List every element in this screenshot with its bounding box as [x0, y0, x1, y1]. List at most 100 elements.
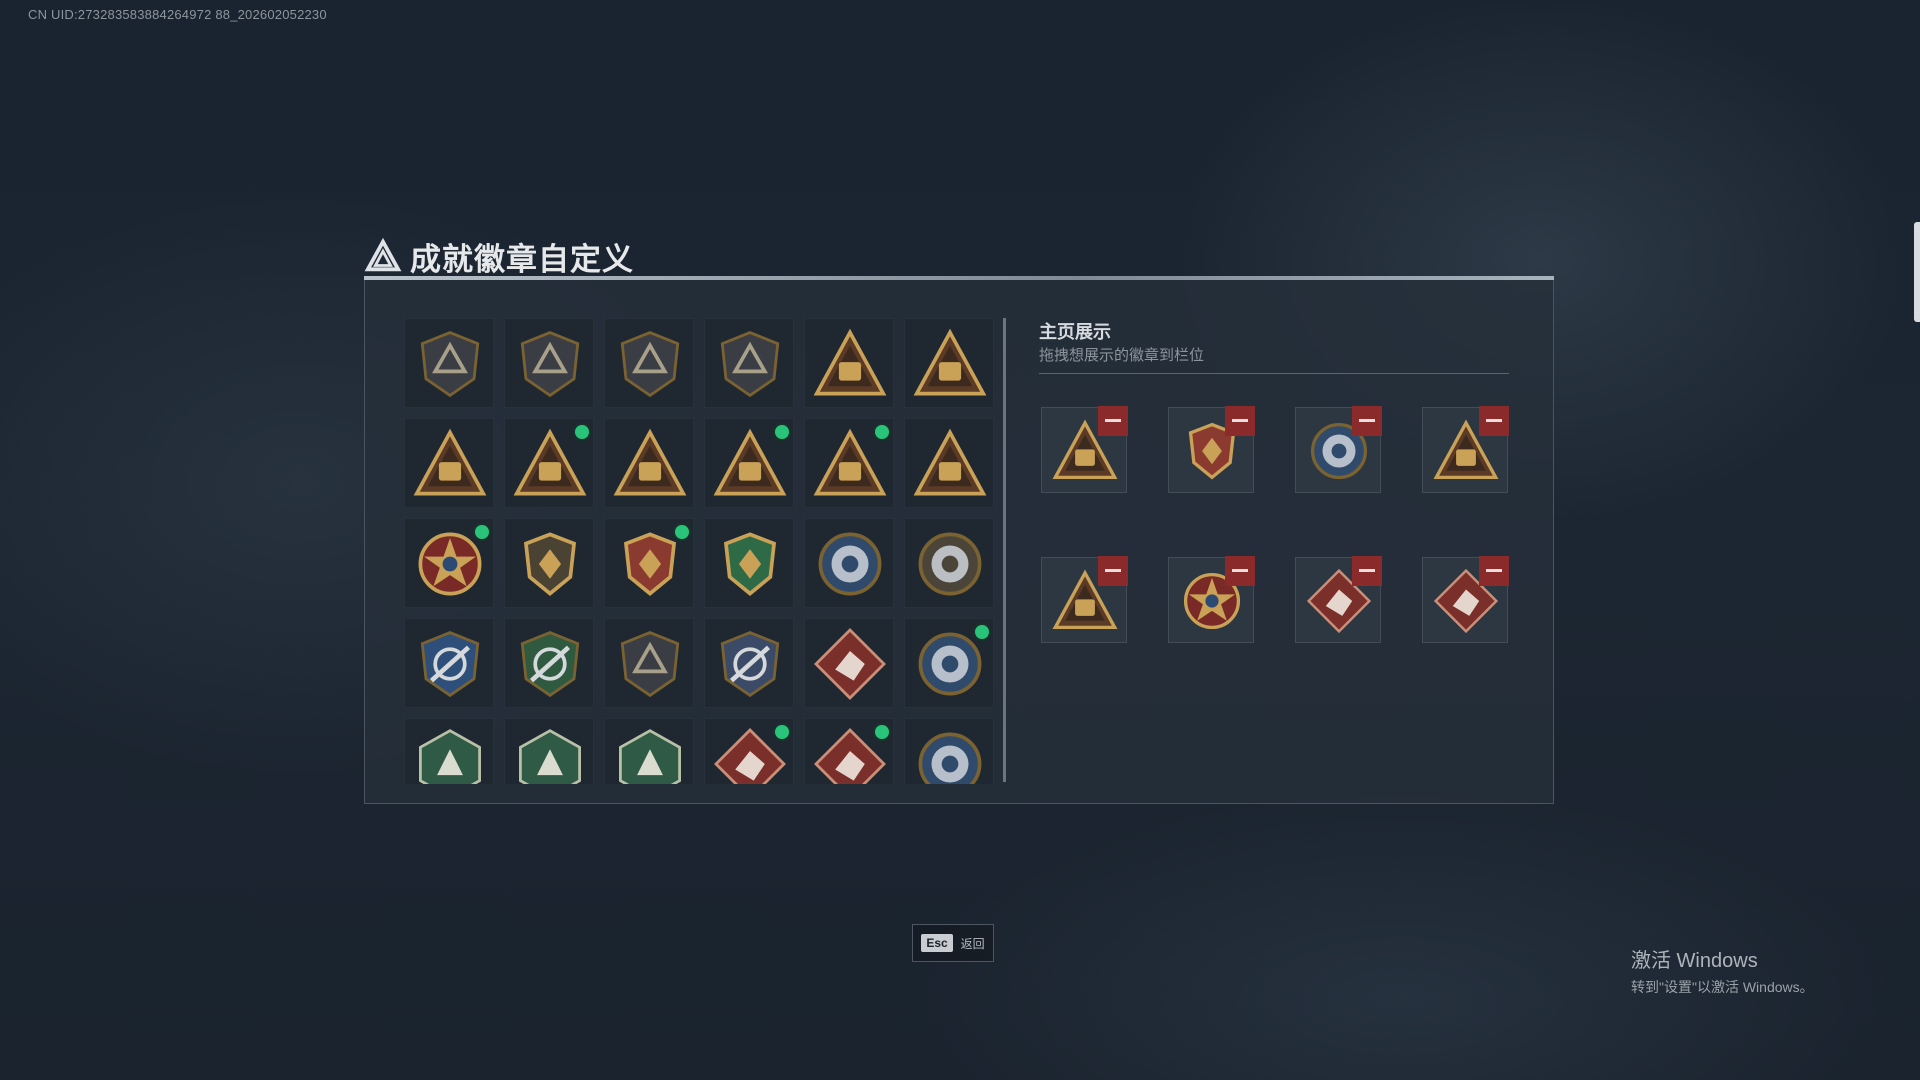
badge-cell[interactable]: [404, 718, 494, 784]
remove-badge-button[interactable]: [1352, 556, 1382, 586]
watermark-subtitle: 转到"设置"以激活 Windows。: [1631, 979, 1814, 995]
showcase-slot[interactable]: [1041, 406, 1128, 493]
showcase-slot[interactable]: [1041, 556, 1128, 643]
esc-key-icon: Esc: [921, 934, 953, 952]
bag-55-triangle-badge-icon: [813, 328, 887, 396]
crate-triangle-badge-icon: [713, 428, 787, 496]
badge-cell[interactable]: [404, 318, 494, 408]
badge-cell[interactable]: [904, 418, 994, 508]
minus-icon: [1232, 569, 1248, 572]
back-label: 返回: [960, 936, 985, 951]
remove-badge-button[interactable]: [1098, 556, 1128, 586]
showcase-title: 主页展示: [1039, 322, 1111, 342]
badge-cell[interactable]: [604, 518, 694, 608]
showcase-slot[interactable]: [1168, 556, 1255, 643]
showcase-slot[interactable]: [1295, 556, 1382, 643]
badge-cell[interactable]: [804, 418, 894, 508]
uid-label: CN UID:273283583884264972 88_20260205223…: [28, 7, 327, 22]
minus-icon: [1105, 419, 1121, 422]
badge-cell[interactable]: [704, 518, 794, 608]
new-indicator-dot: [775, 725, 789, 739]
crossed-rifles-badge-icon: [720, 631, 780, 698]
pyramid-shield-badge-icon: [420, 331, 480, 398]
remove-badge-button[interactable]: [1352, 406, 1382, 436]
remove-badge-button[interactable]: [1479, 406, 1509, 436]
showcase-slot[interactable]: [1422, 406, 1509, 493]
remove-badge-button[interactable]: [1098, 406, 1128, 436]
showcase-slot[interactable]: [1422, 556, 1509, 643]
eagle-round-badge-icon: [918, 632, 982, 696]
page-header: 成就徽章自定义: [364, 232, 634, 280]
green-shield-badge-icon: [723, 532, 777, 596]
blue-skull-medal-badge-icon: [818, 532, 882, 596]
badge-cell[interactable]: [804, 618, 894, 708]
badge-cell[interactable]: [504, 518, 594, 608]
new-indicator-dot: [975, 625, 989, 639]
crown-56-triangle-badge-icon: [913, 328, 987, 396]
star-emblem-badge-icon: [418, 532, 482, 596]
badge-cell[interactable]: [604, 418, 694, 508]
green-runner-badge-icon: [519, 729, 581, 784]
badge-cell[interactable]: [804, 318, 894, 408]
badge-cell[interactable]: [504, 718, 594, 784]
badge-cell[interactable]: [904, 318, 994, 408]
winged-shield-badge-icon: [623, 532, 677, 596]
showcase-slot[interactable]: [1295, 406, 1382, 493]
minus-icon: [1486, 419, 1502, 422]
showcase-subtitle: 拖拽想展示的徽章到栏位: [1039, 347, 1205, 364]
minus-icon: [1359, 569, 1375, 572]
diamond-shield-badge-icon: [620, 331, 680, 398]
new-indicator-dot: [775, 425, 789, 439]
badge-cell[interactable]: [704, 418, 794, 508]
showcase-slot[interactable]: [1168, 406, 1255, 493]
badge-cell[interactable]: [804, 518, 894, 608]
soldiers-triangle-badge-icon: [913, 428, 987, 496]
green-rifle-shield-badge-icon: [520, 631, 580, 698]
target-shield-badge-icon: [620, 631, 680, 698]
badge-cell[interactable]: [504, 618, 594, 708]
remove-badge-button[interactable]: [1225, 406, 1255, 436]
red-wolf-diamond-badge-icon: [814, 628, 886, 700]
round-crest-badge-icon: [918, 532, 982, 596]
heart-triangle-badge-icon: [813, 428, 887, 496]
watermark-title: 激活 Windows: [1631, 950, 1758, 972]
badge-cell[interactable]: [404, 418, 494, 508]
badge-cell[interactable]: [804, 718, 894, 784]
triangle-logo-icon: [364, 237, 402, 272]
badge-cell[interactable]: [504, 418, 594, 508]
badge-cell[interactable]: [704, 718, 794, 784]
new-indicator-dot: [875, 425, 889, 439]
green-beast-badge-icon: [419, 729, 481, 784]
minus-icon: [1232, 419, 1248, 422]
minus-icon: [1359, 419, 1375, 422]
badge-cell[interactable]: [704, 318, 794, 408]
windows-activation-watermark: 激活 Windows 转到"设置"以激活 Windows。: [1631, 944, 1814, 997]
badge-cell[interactable]: [704, 618, 794, 708]
back-button[interactable]: Esc 返回: [912, 924, 994, 962]
grid-scrollbar[interactable]: [1003, 318, 1006, 782]
badge-cell[interactable]: [604, 718, 694, 784]
sword-shield-badge-icon: [720, 331, 780, 398]
minus-icon: [1486, 569, 1502, 572]
badge-cell[interactable]: [404, 618, 494, 708]
showcase-divider: [1039, 373, 1509, 374]
badge-cell[interactable]: [904, 618, 994, 708]
badge-grid[interactable]: [404, 318, 998, 784]
badge-cell[interactable]: [404, 518, 494, 608]
remove-badge-button[interactable]: [1479, 556, 1509, 586]
new-indicator-dot: [475, 525, 489, 539]
number-1-triangle-badge-icon: [613, 428, 687, 496]
badge-cell[interactable]: [504, 318, 594, 408]
badge-cell[interactable]: [904, 518, 994, 608]
remove-badge-button[interactable]: [1225, 556, 1255, 586]
gold-shield-badge-icon: [523, 532, 577, 596]
side-edge-tab[interactable]: [1914, 222, 1920, 322]
new-indicator-dot: [575, 425, 589, 439]
badge-cell[interactable]: [904, 718, 994, 784]
new-indicator-dot: [875, 725, 889, 739]
badge-cell[interactable]: [604, 618, 694, 708]
page-title: 成就徽章自定义: [410, 241, 634, 278]
green-soldier-badge-icon: [619, 729, 681, 784]
helicopter-shield-badge-icon: [520, 331, 580, 398]
badge-cell[interactable]: [604, 318, 694, 408]
